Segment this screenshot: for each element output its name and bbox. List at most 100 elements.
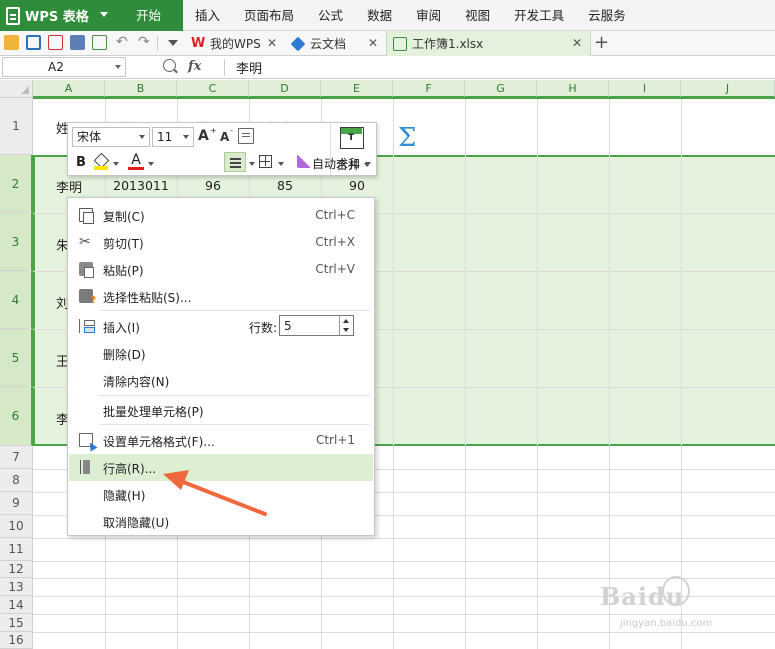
autosum-icon[interactable]: Σ — [398, 123, 416, 153]
column-header-d[interactable]: D — [249, 80, 321, 98]
menu-item-paste-special[interactable]: 选择性粘贴(S)... — [69, 283, 373, 310]
minus-superscript-icon: - — [230, 126, 233, 135]
row-header-13[interactable]: 13 — [0, 578, 33, 596]
chevron-down-icon[interactable] — [249, 162, 255, 166]
tab-cloud-services[interactable]: 云服务 — [576, 0, 638, 31]
bold-button[interactable]: B — [76, 155, 86, 170]
undo-icon[interactable]: ↶ — [116, 35, 131, 50]
tab-page-layout[interactable]: 页面布局 — [232, 0, 306, 31]
tab-home[interactable]: 开始 — [114, 0, 184, 31]
chevron-down-icon[interactable] — [364, 163, 370, 167]
borders-icon[interactable] — [259, 155, 272, 168]
arrow-down-icon[interactable] — [343, 328, 349, 332]
tab-review[interactable]: 审阅 — [404, 0, 453, 31]
customize-toolbar-icon[interactable] — [168, 40, 178, 46]
cell-d2[interactable]: 85 — [249, 178, 321, 193]
menu-item-batch-process[interactable]: 批量处理单元格(P) — [69, 397, 373, 424]
insert-rows-stepper[interactable]: 5 — [279, 315, 354, 336]
export-pdf-icon[interactable] — [48, 35, 63, 50]
menu-item-delete[interactable]: 删除(D) — [69, 340, 373, 367]
decrease-font-size-button[interactable]: A — [220, 130, 229, 144]
row-header-14[interactable]: 14 — [0, 596, 33, 614]
fill-color-icon[interactable] — [94, 154, 108, 170]
clear-format-icon[interactable] — [238, 128, 254, 144]
save-icon[interactable] — [26, 35, 41, 50]
print-preview-icon[interactable] — [92, 35, 107, 50]
menu-item-format-cells[interactable]: 设置单元格格式(F)... Ctrl+1 — [69, 427, 373, 454]
toolbar-divider — [157, 36, 158, 51]
tab-insert[interactable]: 插入 — [183, 0, 232, 31]
doc-tab-my-wps[interactable]: W 我的WPS ✕ — [185, 31, 285, 56]
font-color-button[interactable]: A — [128, 152, 144, 170]
row-header-15[interactable]: 15 — [0, 614, 33, 632]
chevron-down-icon[interactable] — [278, 162, 284, 166]
row-header-3[interactable]: 3 — [0, 213, 33, 271]
menu-bar: WPS 表格 开始 插入 页面布局 公式 数据 审阅 视图 开发工具 云服务 — [0, 0, 775, 31]
close-icon[interactable]: ✕ — [267, 36, 277, 50]
font-family-select[interactable]: 宋体 — [72, 127, 150, 147]
insert-function-icon[interactable]: fx — [188, 59, 201, 74]
cell-b2[interactable]: 2013011 — [105, 178, 177, 193]
menu-item-copy[interactable]: 复制(C) Ctrl+C — [69, 202, 373, 229]
insert-rows-value[interactable]: 5 — [284, 319, 292, 333]
autosum-button[interactable]: 自动求和 — [312, 155, 360, 172]
tab-data[interactable]: 数据 — [355, 0, 404, 31]
align-center-icon[interactable] — [224, 152, 246, 172]
row-header-1[interactable]: 1 — [0, 98, 33, 155]
row-header-12[interactable]: 12 — [0, 561, 33, 578]
column-header-j[interactable]: J — [681, 80, 775, 98]
redo-icon[interactable]: ↷ — [138, 35, 153, 50]
column-header-f[interactable]: F — [393, 80, 465, 98]
row-header-6[interactable]: 6 — [0, 387, 33, 446]
column-header-h[interactable]: H — [537, 80, 609, 98]
chevron-down-icon[interactable] — [148, 162, 154, 166]
doc-tab-cloud-docs[interactable]: 云文档 ✕ — [285, 31, 386, 56]
column-header-c[interactable]: C — [177, 80, 249, 98]
chevron-down-icon[interactable] — [115, 65, 121, 69]
new-tab-plus-icon[interactable]: + — [594, 32, 609, 54]
stepper-buttons[interactable] — [339, 316, 353, 335]
column-header-i[interactable]: I — [609, 80, 681, 98]
menu-item-insert[interactable]: 插入(I) 行数: 5 — [69, 313, 373, 340]
menu-item-paste[interactable]: 粘贴(P) Ctrl+V — [69, 256, 373, 283]
merge-cells-icon[interactable] — [340, 127, 364, 149]
font-size-select[interactable]: 11 — [152, 127, 194, 147]
format-painter-icon[interactable] — [297, 154, 311, 168]
chevron-down-icon[interactable] — [183, 135, 189, 139]
row-header-10[interactable]: 10 — [0, 515, 33, 538]
row-header-2[interactable]: 2 — [0, 155, 33, 213]
row-header-4[interactable]: 4 — [0, 271, 33, 329]
cell-c2[interactable]: 96 — [177, 178, 249, 193]
row-header-9[interactable]: 9 — [0, 492, 33, 515]
print-icon[interactable] — [70, 35, 85, 50]
doc-tab-workbook[interactable]: 工作簿1.xlsx ✕ — [386, 31, 591, 56]
arrow-up-icon[interactable] — [343, 319, 349, 323]
column-header-e[interactable]: E — [321, 80, 393, 98]
zoom-search-icon[interactable] — [163, 59, 176, 72]
column-header-b[interactable]: B — [105, 80, 177, 98]
menu-item-clear-contents[interactable]: 清除内容(N) — [69, 367, 373, 394]
increase-font-size-button[interactable]: A — [198, 128, 209, 144]
select-all-corner[interactable] — [0, 80, 33, 98]
cell-a2[interactable]: 李明 — [56, 177, 82, 196]
row-header-8[interactable]: 8 — [0, 469, 33, 492]
app-menu-button[interactable]: WPS 表格 — [0, 0, 114, 31]
close-icon[interactable]: ✕ — [368, 36, 378, 50]
chevron-down-icon[interactable] — [113, 162, 119, 166]
column-header-a[interactable]: A — [33, 80, 105, 98]
open-folder-icon[interactable] — [4, 35, 19, 50]
formula-input[interactable]: 李明 — [236, 58, 262, 77]
close-icon[interactable]: ✕ — [572, 36, 582, 50]
row-header-5[interactable]: 5 — [0, 329, 33, 387]
row-header-7[interactable]: 7 — [0, 446, 33, 469]
name-box[interactable]: A2 — [2, 57, 126, 77]
row-header-11[interactable]: 11 — [0, 538, 33, 561]
chevron-down-icon[interactable] — [139, 135, 145, 139]
row-header-16[interactable]: 16 — [0, 632, 33, 649]
cell-e2[interactable]: 90 — [321, 178, 393, 193]
tab-developer[interactable]: 开发工具 — [502, 0, 576, 31]
tab-formulas[interactable]: 公式 — [306, 0, 355, 31]
column-header-g[interactable]: G — [465, 80, 537, 98]
tab-view[interactable]: 视图 — [453, 0, 502, 31]
menu-item-cut[interactable]: ✂ 剪切(T) Ctrl+X — [69, 229, 373, 256]
